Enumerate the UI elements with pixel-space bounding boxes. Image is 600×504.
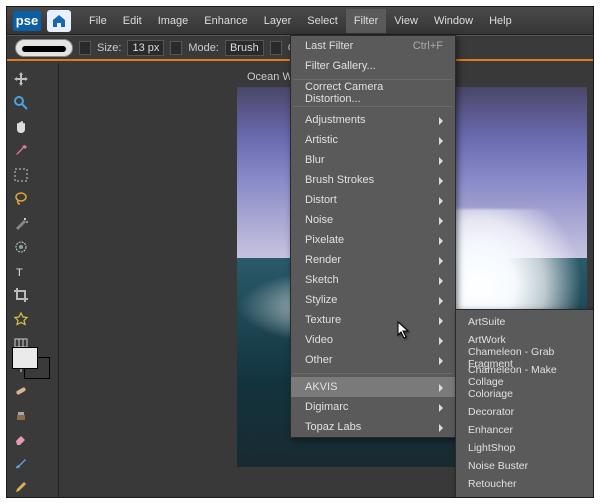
type-tool[interactable]: T [11, 261, 31, 281]
menuitem-video[interactable]: Video [291, 330, 455, 350]
menuitem-texture[interactable]: Texture [291, 310, 455, 330]
menuitem-artsuite[interactable]: ArtSuite [456, 313, 594, 331]
svg-text:T: T [16, 267, 23, 279]
menu-help[interactable]: Help [481, 9, 520, 33]
menuitem-digimarc[interactable]: Digimarc [291, 397, 455, 417]
menuitem-blur[interactable]: Blur [291, 150, 455, 170]
menu-filter[interactable]: Filter [346, 9, 386, 33]
brush-preview[interactable] [15, 39, 73, 57]
crop-tool[interactable] [11, 285, 31, 305]
menuitem-retoucher[interactable]: Retoucher [456, 475, 594, 493]
menu-select[interactable]: Select [299, 9, 346, 33]
clone-tool[interactable] [11, 405, 31, 425]
menuitem-noise-buster[interactable]: Noise Buster [456, 457, 594, 475]
menuitem-akvis-sketch[interactable]: Sketch [456, 493, 594, 498]
zoom-tool[interactable] [11, 93, 31, 113]
wand-tool[interactable] [11, 213, 31, 233]
size-input[interactable]: 13 px [127, 40, 164, 56]
menu-view[interactable]: View [386, 9, 426, 33]
menuitem-sketch[interactable]: Sketch [291, 270, 455, 290]
size-dropdown[interactable] [170, 41, 182, 55]
menuitem-decorator[interactable]: Decorator [456, 403, 594, 421]
app-logo: pse [13, 11, 41, 31]
size-label: Size: [97, 42, 121, 54]
toolbox: T [7, 63, 59, 497]
menuitem-adjustments[interactable]: Adjustments [291, 110, 455, 130]
mode-select[interactable]: Brush [225, 40, 264, 56]
menu-layer[interactable]: Layer [256, 9, 300, 33]
menuitem-lightshop[interactable]: LightShop [456, 439, 594, 457]
menuitem-artistic[interactable]: Artistic [291, 130, 455, 150]
akvis-submenu: ArtSuite ArtWork Chameleon - Grab Fragme… [455, 309, 594, 498]
menuitem-brush-strokes[interactable]: Brush Strokes [291, 170, 455, 190]
menu-enhance[interactable]: Enhance [196, 9, 255, 33]
menu-file[interactable]: File [81, 9, 115, 33]
marquee-tool[interactable] [11, 165, 31, 185]
title-bar: pse File Edit Image Enhance Layer Select… [7, 7, 593, 35]
quick-selection-tool[interactable] [11, 237, 31, 257]
menuitem-topaz-labs[interactable]: Topaz Labs [291, 417, 455, 437]
cookie-cutter-tool[interactable] [11, 309, 31, 329]
menu-bar: File Edit Image Enhance Layer Select Fil… [81, 9, 520, 33]
cursor-icon [397, 321, 411, 339]
menu-window[interactable]: Window [426, 9, 481, 33]
menu-edit[interactable]: Edit [115, 9, 150, 33]
color-swatches[interactable] [12, 347, 54, 385]
menuitem-render[interactable]: Render [291, 250, 455, 270]
hand-tool[interactable] [11, 117, 31, 137]
brush-picker-dropdown[interactable] [79, 41, 91, 55]
menuitem-noise[interactable]: Noise [291, 210, 455, 230]
home-button[interactable] [47, 10, 71, 32]
menuitem-distort[interactable]: Distort [291, 190, 455, 210]
menuitem-pixelate[interactable]: Pixelate [291, 230, 455, 250]
mode-label: Mode: [188, 42, 219, 54]
pencil-tool[interactable] [11, 477, 31, 497]
menu-image[interactable]: Image [150, 9, 197, 33]
menuitem-chameleon-collage[interactable]: Chameleon - Make Collage [456, 367, 594, 385]
menuitem-coloriage[interactable]: Coloriage [456, 385, 594, 403]
mode-dropdown[interactable] [270, 41, 282, 55]
move-tool[interactable] [11, 69, 31, 89]
menuitem-filter-gallery[interactable]: Filter Gallery... [291, 56, 455, 76]
menuitem-stylize[interactable]: Stylize [291, 290, 455, 310]
brush-tool[interactable] [11, 453, 31, 473]
foreground-color-swatch[interactable] [12, 347, 38, 369]
menuitem-enhancer[interactable]: Enhancer [456, 421, 594, 439]
lasso-tool[interactable] [11, 189, 31, 209]
menuitem-other[interactable]: Other [291, 350, 455, 370]
eyedropper-tool[interactable] [11, 141, 31, 161]
menuitem-correct-camera[interactable]: Correct Camera Distortion... [291, 83, 455, 103]
menuitem-akvis[interactable]: AKVIS [291, 377, 455, 397]
filter-menu: Last FilterCtrl+F Filter Gallery... Corr… [290, 35, 456, 438]
menuitem-last-filter: Last FilterCtrl+F [291, 36, 455, 56]
eraser-tool[interactable] [11, 429, 31, 449]
